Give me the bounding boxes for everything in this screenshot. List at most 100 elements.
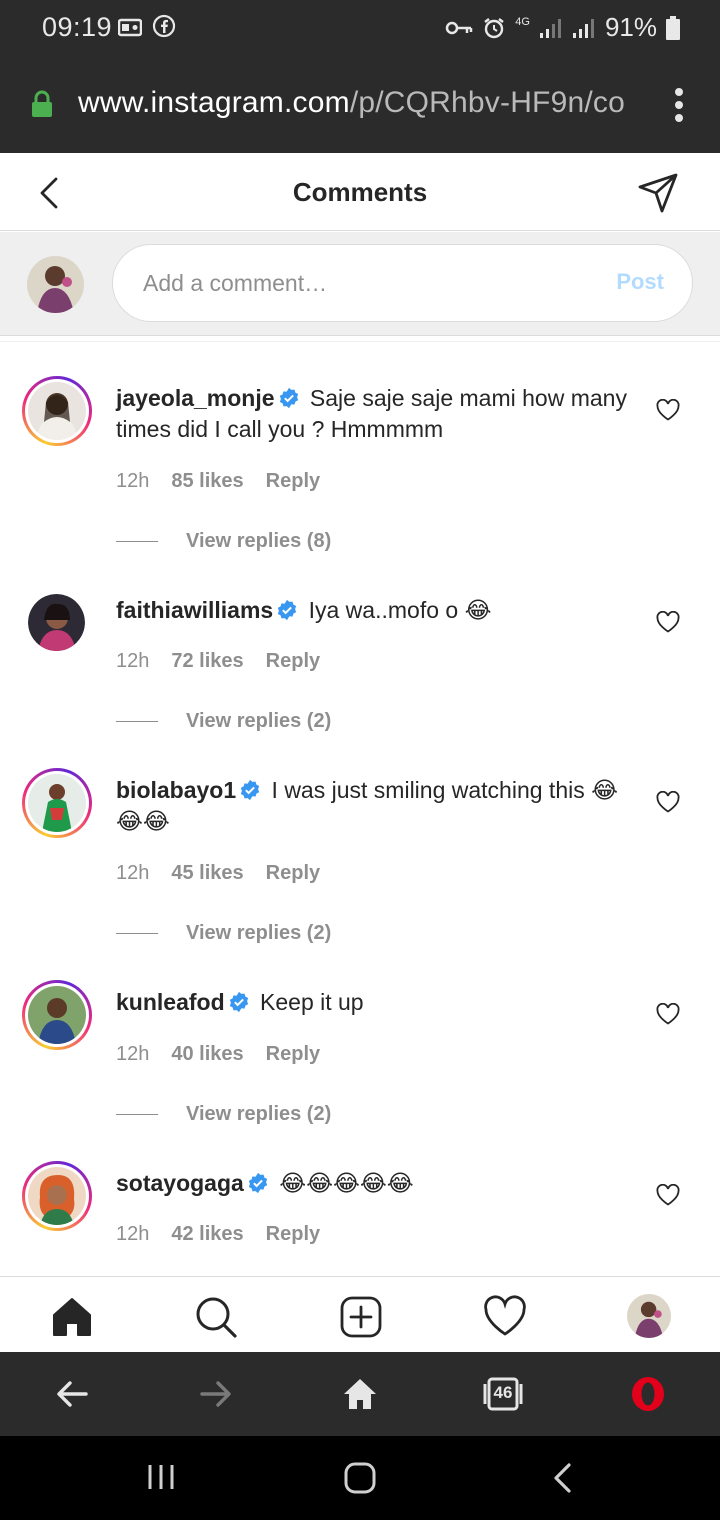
user-avatar[interactable] — [28, 594, 85, 651]
verified-badge-icon — [248, 1172, 267, 1194]
like-heart-icon[interactable] — [656, 611, 680, 633]
comment-body: jayeola_monje Saje saje saje mami how ma… — [116, 383, 636, 445]
view-replies-label: View replies (8) — [186, 530, 332, 552]
status-bar: 09:19 4G 91% — [0, 0, 720, 56]
comment-time: 12h — [116, 650, 150, 672]
browser-menu-button[interactable] — [674, 88, 684, 122]
new-post-icon[interactable] — [339, 1295, 383, 1339]
url-path: /p/CQRhbv-HF9n/co — [349, 86, 625, 119]
signal-icon — [539, 18, 561, 38]
lock-icon — [32, 90, 52, 117]
network-type-label: 4G — [515, 16, 530, 28]
comment-body: biolabayo1 I was just smiling watching t… — [116, 775, 636, 837]
user-avatar-story-ring[interactable] — [22, 768, 92, 838]
comment-time: 12h — [116, 470, 150, 492]
comment-likes[interactable]: 42 likes — [171, 1223, 243, 1246]
verified-badge-icon — [278, 599, 297, 621]
home-icon[interactable] — [50, 1295, 94, 1339]
like-heart-icon[interactable] — [656, 1003, 680, 1025]
user-avatar-story-ring[interactable] — [22, 376, 92, 446]
search-icon[interactable] — [194, 1295, 238, 1339]
comment-body: kunleafod Keep it up — [116, 987, 636, 1018]
comment-text: Iya wa..mofo o 😂 — [308, 597, 492, 623]
comment-time: 12h — [116, 862, 150, 884]
battery-percent: 91% — [604, 12, 657, 42]
activity-heart-icon[interactable] — [483, 1295, 527, 1339]
direct-share-icon[interactable] — [636, 171, 680, 215]
reply-button[interactable]: Reply — [266, 470, 320, 493]
android-navigation-bar — [0, 1436, 720, 1520]
reply-button[interactable]: Reply — [266, 650, 320, 673]
comment-time: 12h — [116, 1223, 150, 1245]
comment-time: 12h — [116, 1043, 150, 1065]
url-host: www.instagram.com — [78, 86, 350, 119]
tab-count: 46 — [493, 1383, 513, 1402]
comment-likes[interactable]: 85 likes — [171, 470, 243, 493]
comment-likes[interactable]: 72 likes — [171, 650, 243, 673]
comment-text: 😂😂😂😂😂 — [279, 1170, 414, 1196]
comment-meta: 12h 40 likes Reply — [116, 1043, 320, 1066]
comments-header: Comments — [0, 153, 720, 231]
comment-likes[interactable]: 40 likes — [171, 1043, 243, 1066]
view-replies-label: View replies (2) — [186, 710, 332, 732]
browser-address-bar[interactable]: www.instagram.com/p/CQRhbv-HF9n/co — [0, 56, 720, 153]
android-back-icon[interactable] — [551, 1462, 575, 1494]
comment-meta: 12h 85 likes Reply — [116, 470, 320, 493]
opera-navigation-bar: 46 — [0, 1352, 720, 1436]
comment-meta: 12h 45 likes Reply — [116, 862, 320, 885]
like-heart-icon[interactable] — [656, 399, 680, 421]
comment-likes[interactable]: 45 likes — [171, 862, 243, 885]
browser-back-icon[interactable] — [52, 1374, 92, 1414]
status-time: 09:19 — [42, 12, 113, 42]
browser-forward-icon[interactable] — [196, 1374, 236, 1414]
user-avatar-story-ring[interactable] — [22, 980, 92, 1050]
comment-text: Keep it up — [260, 989, 364, 1015]
comment-input-container[interactable]: Post — [112, 244, 693, 322]
alarm-icon — [484, 17, 504, 38]
profile-avatar[interactable] — [627, 1294, 671, 1338]
status-notification-icons — [118, 14, 176, 38]
view-replies-button[interactable]: View replies (2) — [116, 1103, 331, 1126]
comments-list[interactable]: jayeola_monje Saje saje saje mami how ma… — [0, 341, 720, 1275]
status-system-icons: 4G 91% — [445, 12, 680, 43]
radio-icon — [118, 18, 142, 37]
comment-username[interactable]: sotayogaga — [116, 1170, 244, 1196]
verified-badge-icon — [279, 387, 298, 409]
reply-button[interactable]: Reply — [266, 1043, 320, 1066]
tabs-button[interactable]: 46 — [483, 1374, 523, 1414]
view-replies-button[interactable]: View replies (2) — [116, 922, 331, 945]
vpn-key-icon — [446, 21, 473, 34]
comment-body: faithiawilliams Iya wa..mofo o 😂 — [116, 595, 636, 626]
view-replies-button[interactable]: View replies (8) — [116, 530, 331, 553]
battery-icon — [666, 15, 680, 40]
facebook-icon — [152, 14, 176, 38]
reply-button[interactable]: Reply — [266, 862, 320, 885]
post-button[interactable]: Post — [616, 269, 664, 295]
signal-icon-2 — [572, 18, 594, 38]
url-text[interactable]: www.instagram.com/p/CQRhbv-HF9n/co — [78, 86, 625, 120]
recent-apps-icon[interactable] — [146, 1462, 176, 1492]
browser-home-icon[interactable] — [340, 1374, 380, 1414]
view-replies-label: View replies (2) — [186, 922, 332, 944]
page-title: Comments — [292, 177, 428, 207]
like-heart-icon[interactable] — [656, 1184, 680, 1206]
comment-username[interactable]: jayeola_monje — [116, 385, 275, 411]
comment-username[interactable]: biolabayo1 — [116, 777, 236, 803]
comment-meta: 12h 42 likes Reply — [116, 1223, 320, 1246]
android-home-icon[interactable] — [344, 1462, 376, 1494]
comment-meta: 12h 72 likes Reply — [116, 650, 320, 673]
opera-menu-icon[interactable] — [628, 1374, 668, 1414]
reply-button[interactable]: Reply — [266, 1223, 320, 1246]
comment-username[interactable]: kunleafod — [116, 989, 225, 1015]
verified-badge-icon — [229, 991, 248, 1013]
comment-username[interactable]: faithiawilliams — [116, 597, 273, 623]
view-replies-button[interactable]: View replies (2) — [116, 710, 331, 733]
comment-input[interactable] — [143, 245, 573, 321]
like-heart-icon[interactable] — [656, 791, 680, 813]
add-comment-bar: Post — [0, 232, 720, 336]
user-avatar-story-ring[interactable] — [22, 1161, 92, 1231]
instagram-bottom-nav — [0, 1276, 720, 1352]
view-replies-label: View replies (2) — [186, 1103, 332, 1125]
verified-badge-icon — [240, 779, 260, 801]
current-user-avatar — [27, 256, 84, 313]
